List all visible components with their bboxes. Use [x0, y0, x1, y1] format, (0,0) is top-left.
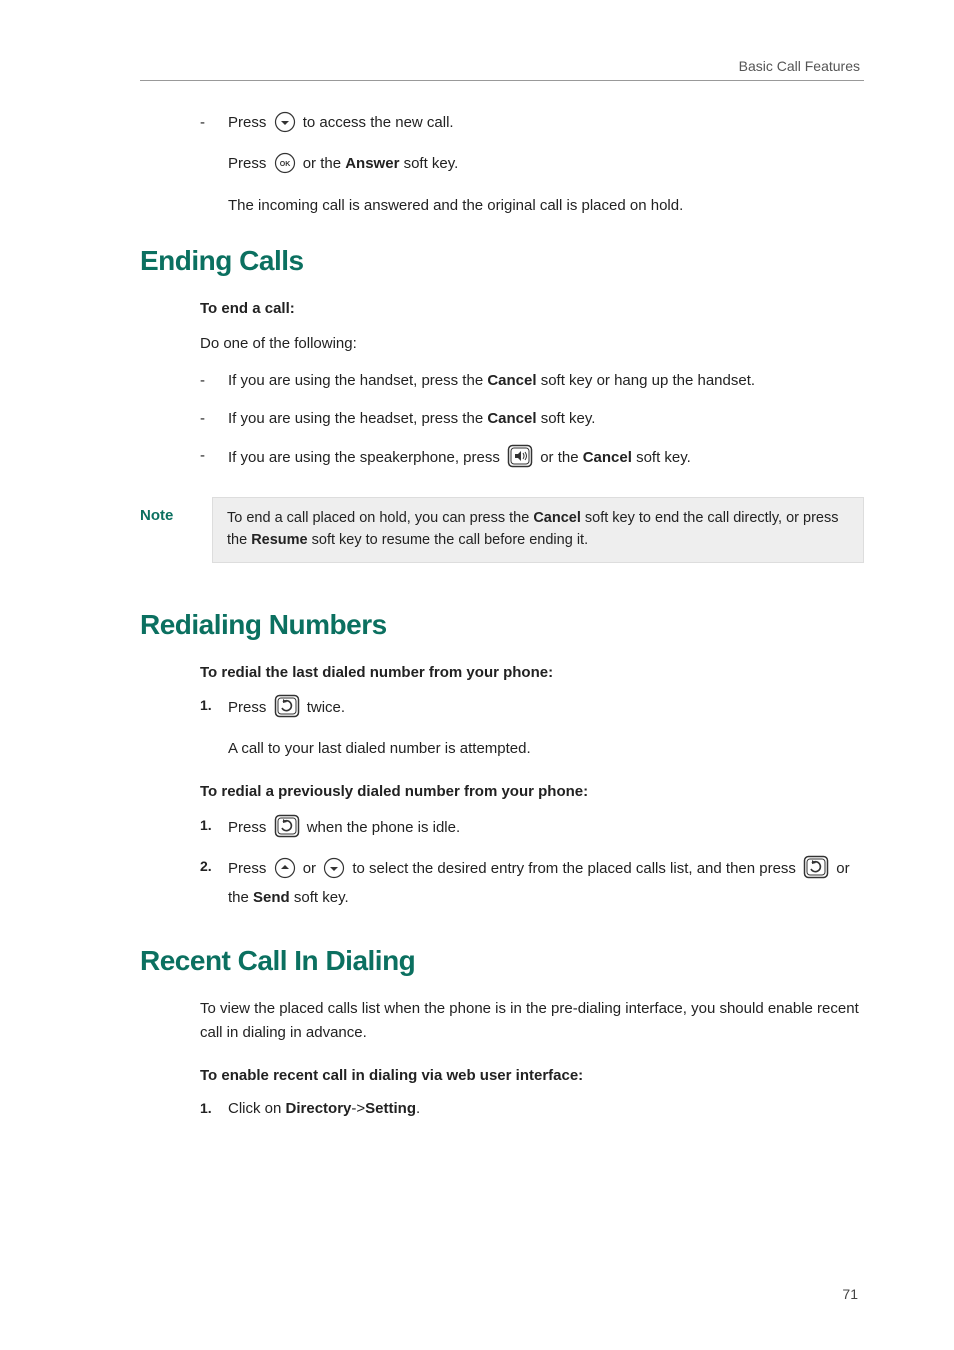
recent-step1: 1. Click on Directory->Setting.	[200, 1097, 864, 1120]
text: Press	[228, 860, 271, 877]
header-rule	[140, 80, 864, 81]
speaker-button-icon	[507, 444, 533, 475]
heading-ending-calls: Ending Calls	[140, 245, 864, 277]
setting-label: Setting	[365, 1100, 416, 1117]
note-box: Note To end a call placed on hold, you c…	[140, 497, 864, 563]
step-number: 2.	[200, 856, 212, 878]
down-arrow-icon	[323, 857, 345, 886]
cancel-softkey-label: Cancel	[487, 372, 536, 389]
step-number: 1.	[200, 695, 212, 717]
redial2-step2: 2. Press or to select the desired entry …	[200, 855, 864, 910]
text: Click on	[228, 1100, 286, 1117]
redial-sub1: To redial the last dialed number from yo…	[200, 661, 864, 684]
heading-recent-call-in-dialing: Recent Call In Dialing	[140, 945, 864, 977]
text: soft key.	[404, 155, 459, 172]
up-arrow-icon	[274, 857, 296, 886]
text: ->	[351, 1100, 365, 1117]
recent-paragraph: To view the placed calls list when the p…	[200, 997, 864, 1044]
down-arrow-icon	[274, 111, 296, 140]
text: to select the desired entry from the pla…	[352, 860, 800, 877]
redial1-result: A call to your last dialed number is att…	[228, 737, 864, 760]
text: Press	[228, 114, 271, 131]
resume-softkey-label: Resume	[251, 532, 307, 548]
redial-sub2: To redial a previously dialed number fro…	[200, 780, 864, 803]
ending-lead: Do one of the following:	[200, 332, 864, 355]
answer-softkey-label: Answer	[345, 155, 399, 172]
redial-button-icon	[274, 694, 300, 725]
note-body: To end a call placed on hold, you can pr…	[212, 497, 864, 563]
ok-button-icon	[274, 152, 296, 181]
text: soft key.	[290, 889, 349, 906]
cancel-softkey-label: Cancel	[533, 510, 581, 526]
step-number: 1.	[200, 1098, 212, 1120]
ending-item-headset: If you are using the headset, press the …	[200, 407, 864, 430]
text: to access the new call.	[303, 114, 454, 131]
step-number: 1.	[200, 815, 212, 837]
page-number: 71	[842, 1286, 858, 1302]
recent-body: To view the placed calls list when the p…	[200, 997, 864, 1120]
text: or the	[303, 155, 346, 172]
text: Press	[228, 155, 271, 172]
intro-line3: The incoming call is answered and the or…	[228, 194, 864, 217]
text: soft key.	[632, 449, 691, 466]
text: To end a call placed on hold, you can pr…	[227, 510, 533, 526]
text: If you are using the speakerphone, press	[228, 449, 504, 466]
header-title: Basic Call Features	[739, 58, 860, 74]
intro-item: Press to access the new call. Press or t…	[200, 111, 864, 217]
text: or the	[540, 449, 583, 466]
directory-label: Directory	[286, 1100, 352, 1117]
text: when the phone is idle.	[307, 819, 460, 836]
page: Basic Call Features Press to access the …	[0, 0, 954, 1350]
note-label: Note	[140, 497, 190, 524]
redial-button-icon	[274, 814, 300, 845]
send-softkey-label: Send	[253, 889, 290, 906]
text: If you are using the handset, press the	[228, 372, 487, 389]
page-header: Basic Call Features	[140, 58, 864, 74]
text: soft key or hang up the handset.	[537, 372, 755, 389]
text: soft key.	[537, 410, 596, 427]
ending-item-handset: If you are using the handset, press the …	[200, 369, 864, 392]
redial-body: To redial the last dialed number from yo…	[200, 661, 864, 910]
text: .	[416, 1100, 420, 1117]
ending-item-speakerphone: If you are using the speakerphone, press…	[200, 444, 864, 475]
intro-line2: Press or the Answer soft key.	[228, 152, 864, 181]
text: Press	[228, 699, 271, 716]
heading-redialing-numbers: Redialing Numbers	[140, 609, 864, 641]
text: or	[303, 860, 321, 877]
redial1-step1: 1. Press twice. A call to your last dial…	[200, 694, 864, 761]
cancel-softkey-label: Cancel	[583, 449, 632, 466]
text: soft key to resume the call before endin…	[308, 532, 588, 548]
redial2-step1: 1. Press when the phone is idle.	[200, 814, 864, 845]
cancel-softkey-label: Cancel	[487, 410, 536, 427]
redial-button-icon	[803, 855, 829, 886]
ending-calls-body: To end a call: Do one of the following: …	[200, 297, 864, 475]
text: If you are using the headset, press the	[228, 410, 487, 427]
text: twice.	[307, 699, 345, 716]
recent-subheading: To enable recent call in dialing via web…	[200, 1064, 864, 1087]
text: Press	[228, 819, 271, 836]
intro-block: Press to access the new call. Press or t…	[200, 111, 864, 217]
ending-subheading: To end a call:	[200, 297, 864, 320]
